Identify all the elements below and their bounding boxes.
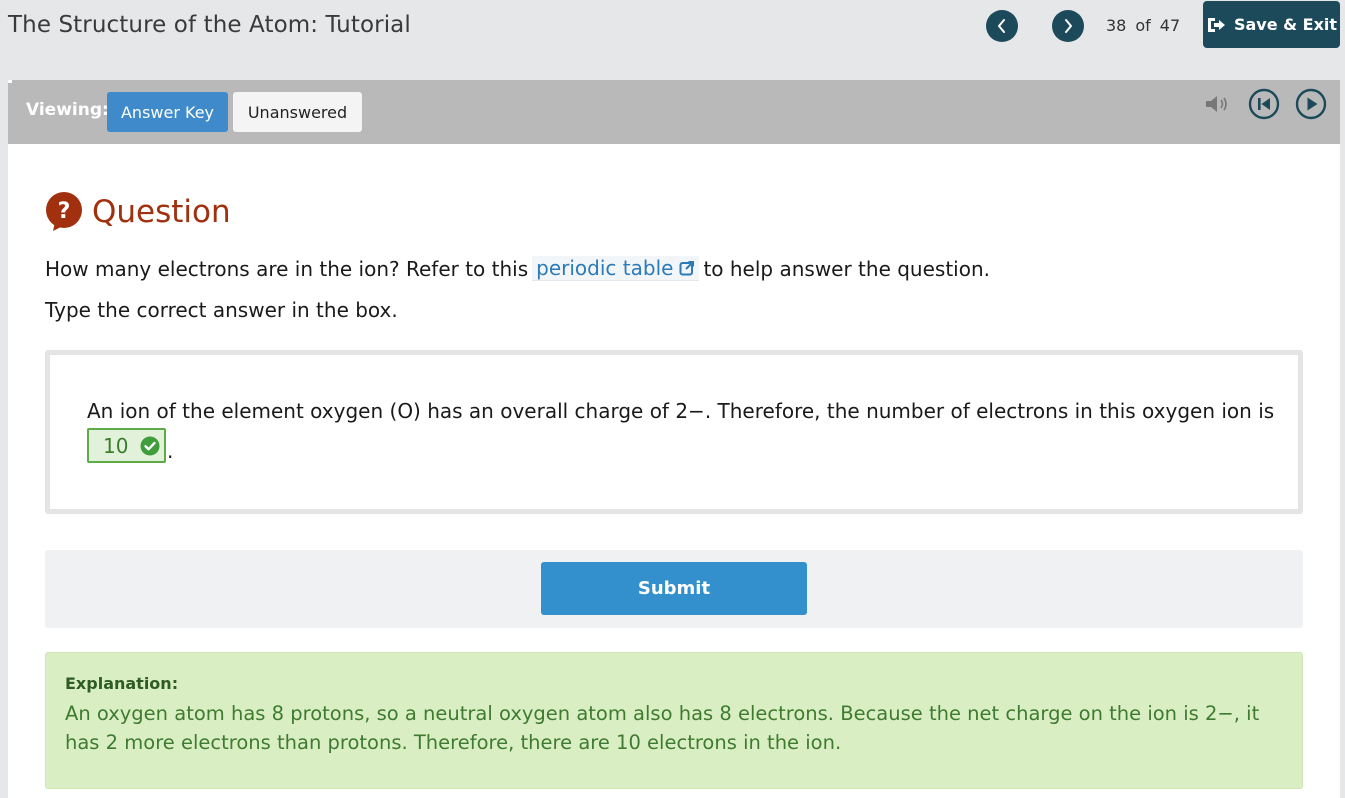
question-instruction: Type the correct answer in the box. [45,298,398,322]
page-current: 38 [1106,16,1127,35]
page-total: 47 [1159,16,1181,35]
external-link-icon [679,261,695,276]
prompt-after-link: to help answer the question. [703,256,990,281]
question-content: ? Question How many electrons are in the… [8,144,1340,798]
submit-area: Submit [45,550,1303,628]
page-counter: 38 of 47 [1106,16,1180,35]
explanation-panel: Explanation: An oxygen atom has 8 proton… [45,652,1303,789]
sentence-period: . [167,439,174,463]
save-exit-button[interactable]: Save & Exit [1203,1,1340,48]
tab-unanswered[interactable]: Unanswered [233,92,362,132]
next-page-button[interactable] [1052,10,1084,42]
rewind-icon[interactable] [1248,88,1280,120]
app-title: The Structure of the Atom: Tutorial [8,12,411,38]
periodic-table-link[interactable]: periodic table [532,256,700,281]
chevron-left-icon [998,19,1005,33]
play-icon[interactable] [1295,88,1327,120]
question-prompt: How many electrons are in the ion? Refer… [45,256,990,281]
chevron-right-icon [1065,19,1072,33]
prompt-before-link: How many electrons are in the ion? Refer… [45,256,529,281]
exit-icon [1207,17,1225,32]
viewing-label: Viewing: [26,100,109,120]
answer-value: 10 [103,433,129,458]
check-circle-icon [140,436,160,455]
question-heading: ? Question [45,192,231,232]
tab-answer-key[interactable]: Answer Key [107,92,228,132]
explanation-text: An oxygen atom has 8 protons, so a neutr… [65,702,1260,754]
submit-button[interactable]: Submit [541,562,807,615]
toolbar-corner-mark [8,80,12,83]
answer-box: An ion of the element oxygen (O) has an … [45,350,1303,514]
speaker-icon[interactable] [1203,93,1233,115]
question-sentence: An ion of the element oxygen (O) has an … [87,399,1275,423]
answer-input-wrapper: 10 . [87,428,173,463]
previous-page-button[interactable] [986,10,1018,42]
question-bubble-icon: ? [46,192,82,231]
question-heading-label: Question [92,194,231,230]
periodic-table-link-label: periodic table [536,256,674,280]
page-of: of [1135,16,1151,35]
explanation-label: Explanation: [65,674,179,693]
save-exit-label: Save & Exit [1233,15,1338,34]
top-bar: The Structure of the Atom: Tutorial 38 o… [0,0,1345,56]
answer-input[interactable]: 10 [87,428,166,463]
viewing-toolbar: Viewing: Answer Key Unanswered [8,80,1340,144]
svg-text:?: ? [58,199,71,224]
